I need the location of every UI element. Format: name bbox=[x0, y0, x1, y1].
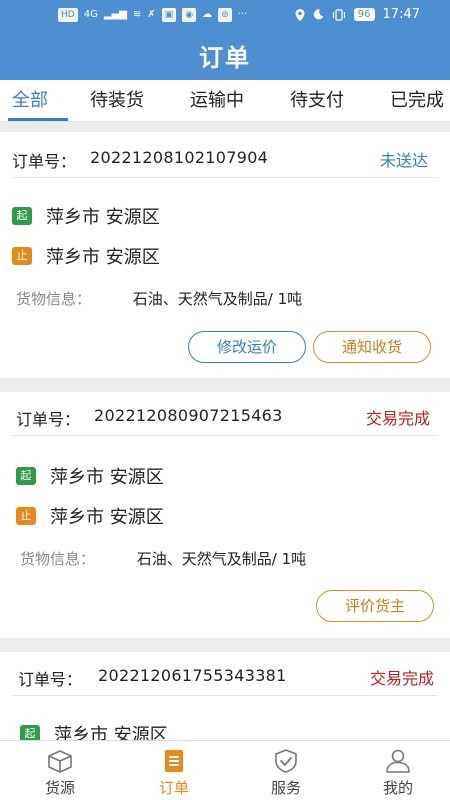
destination-row: 止 萍乡市 安源区 bbox=[16, 502, 164, 530]
order-number-label: 订单号： bbox=[18, 670, 83, 689]
order-status: 未送达 bbox=[379, 151, 428, 170]
status-bar-right: 96 17:47 bbox=[295, 8, 420, 21]
nav-item-profile[interactable]: 我的 bbox=[342, 741, 450, 800]
wifi-icon: ≋ bbox=[132, 9, 142, 20]
app-notification-icon: ▣ bbox=[161, 8, 177, 22]
destination-row: 止 萍乡市 安源区 bbox=[12, 242, 160, 270]
order-status: 交易完成 bbox=[365, 409, 430, 428]
page-title: 订单 bbox=[199, 44, 251, 72]
notification-icon: ✗ bbox=[147, 9, 156, 20]
origin-place: 萍乡市 安源区 bbox=[46, 207, 160, 228]
clock: 17:47 bbox=[382, 6, 420, 22]
order-number: 20221208102107904 bbox=[90, 148, 269, 167]
order-header: 订单号： 20221208102107904 未送达 bbox=[12, 138, 438, 178]
network-type-icon: 4G bbox=[83, 9, 98, 20]
destination-place: 萍乡市 安源区 bbox=[46, 247, 160, 268]
shield-check-icon bbox=[275, 749, 297, 773]
origin-place: 萍乡市 安源区 bbox=[50, 467, 164, 488]
destination-place: 萍乡市 安源区 bbox=[50, 507, 164, 528]
bulb-icon: ◉ bbox=[182, 8, 197, 22]
nav-item-orders[interactable]: 订单 bbox=[118, 741, 230, 800]
order-number-label: 订单号： bbox=[12, 152, 77, 171]
tab-all[interactable]: 全部 bbox=[12, 86, 48, 112]
tab-in-transit[interactable]: 运输中 bbox=[190, 86, 244, 112]
more-icon: ··· bbox=[237, 9, 248, 20]
goods-info-label: 货物信息： bbox=[20, 550, 96, 568]
order-card[interactable]: 订单号： 202212061755343381 交易完成 起 萍乡市 安源区 bbox=[0, 652, 450, 740]
order-card[interactable]: 订单号： 20221208102107904 未送达 起 萍乡市 安源区 止 萍… bbox=[0, 132, 450, 378]
order-tabs: 全部 待装货 运输中 待支付 已完成 bbox=[0, 80, 450, 122]
goods-info-row: 货物信息： 石油、天然气及制品/ 1吨 bbox=[16, 288, 302, 314]
robot-icon: ⊚ bbox=[218, 8, 232, 22]
nav-item-services[interactable]: 服务 bbox=[230, 741, 342, 800]
origin-row: 起 萍乡市 安源区 bbox=[16, 462, 164, 490]
box-icon bbox=[48, 750, 72, 773]
order-card[interactable]: 订单号： 202212080907215463 交易完成 起 萍乡市 安源区 止… bbox=[0, 392, 450, 638]
nav-label: 服务 bbox=[270, 779, 301, 797]
rate-shipper-button[interactable]: 评价货主 bbox=[316, 590, 434, 622]
start-badge: 起 bbox=[12, 207, 32, 225]
order-header: 订单号： 202212061755343381 交易完成 bbox=[12, 656, 438, 696]
signal-icon: ▂▄▆ bbox=[103, 9, 127, 20]
moon-icon bbox=[313, 9, 324, 20]
cloud-icon: ☁ bbox=[202, 9, 213, 20]
goods-info-label: 货物信息： bbox=[16, 290, 92, 308]
status-bar-left: HD 4G ▂▄▆ ≋ ✗ ▣ ◉ ☁ ⊚ ··· bbox=[58, 8, 247, 22]
stop-badge: 止 bbox=[16, 507, 36, 525]
modify-freight-button[interactable]: 修改运价 bbox=[188, 331, 306, 363]
status-bar: HD 4G ▂▄▆ ≋ ✗ ▣ ◉ ☁ ⊚ ··· 96 17:47 bbox=[0, 6, 450, 28]
start-badge: 起 bbox=[16, 467, 36, 485]
nav-label: 我的 bbox=[382, 779, 413, 797]
order-list-icon bbox=[165, 750, 183, 772]
nav-item-supply[interactable]: 货源 bbox=[4, 741, 116, 800]
order-number: 202212080907215463 bbox=[94, 406, 283, 425]
bottom-navigation: 货源 订单 服务 我的 bbox=[0, 740, 450, 800]
battery-icon: 96 bbox=[353, 8, 375, 21]
order-status: 交易完成 bbox=[369, 669, 434, 688]
nav-label: 货源 bbox=[44, 779, 75, 797]
stop-badge: 止 bbox=[12, 247, 32, 265]
nav-label: 订单 bbox=[158, 779, 189, 797]
tab-completed[interactable]: 已完成 bbox=[390, 86, 444, 112]
goods-info-value: 石油、天然气及制品/ 1吨 bbox=[136, 550, 307, 568]
tab-active-indicator bbox=[8, 118, 68, 121]
vibrate-icon bbox=[332, 8, 345, 21]
goods-info-row: 货物信息： 石油、天然气及制品/ 1吨 bbox=[20, 548, 306, 574]
user-icon bbox=[386, 749, 410, 773]
app-header: HD 4G ▂▄▆ ≋ ✗ ▣ ◉ ☁ ⊚ ··· 96 17:47 订单 bbox=[0, 0, 450, 80]
order-number-label: 订单号： bbox=[16, 410, 81, 429]
tab-pending-loading[interactable]: 待装货 bbox=[90, 86, 144, 112]
order-number: 202212061755343381 bbox=[98, 666, 287, 685]
start-badge: 起 bbox=[20, 725, 40, 740]
origin-place: 萍乡市 安源区 bbox=[54, 725, 168, 740]
order-header: 订单号： 202212080907215463 交易完成 bbox=[12, 396, 438, 436]
origin-row: 起 萍乡市 安源区 bbox=[12, 202, 160, 230]
goods-info-value: 石油、天然气及制品/ 1吨 bbox=[132, 290, 303, 308]
location-icon bbox=[295, 8, 305, 21]
notify-receipt-button[interactable]: 通知收货 bbox=[313, 331, 431, 363]
origin-row: 起 萍乡市 安源区 bbox=[20, 720, 168, 740]
tab-pending-payment[interactable]: 待支付 bbox=[290, 86, 344, 112]
hd-indicator: HD bbox=[58, 8, 78, 22]
